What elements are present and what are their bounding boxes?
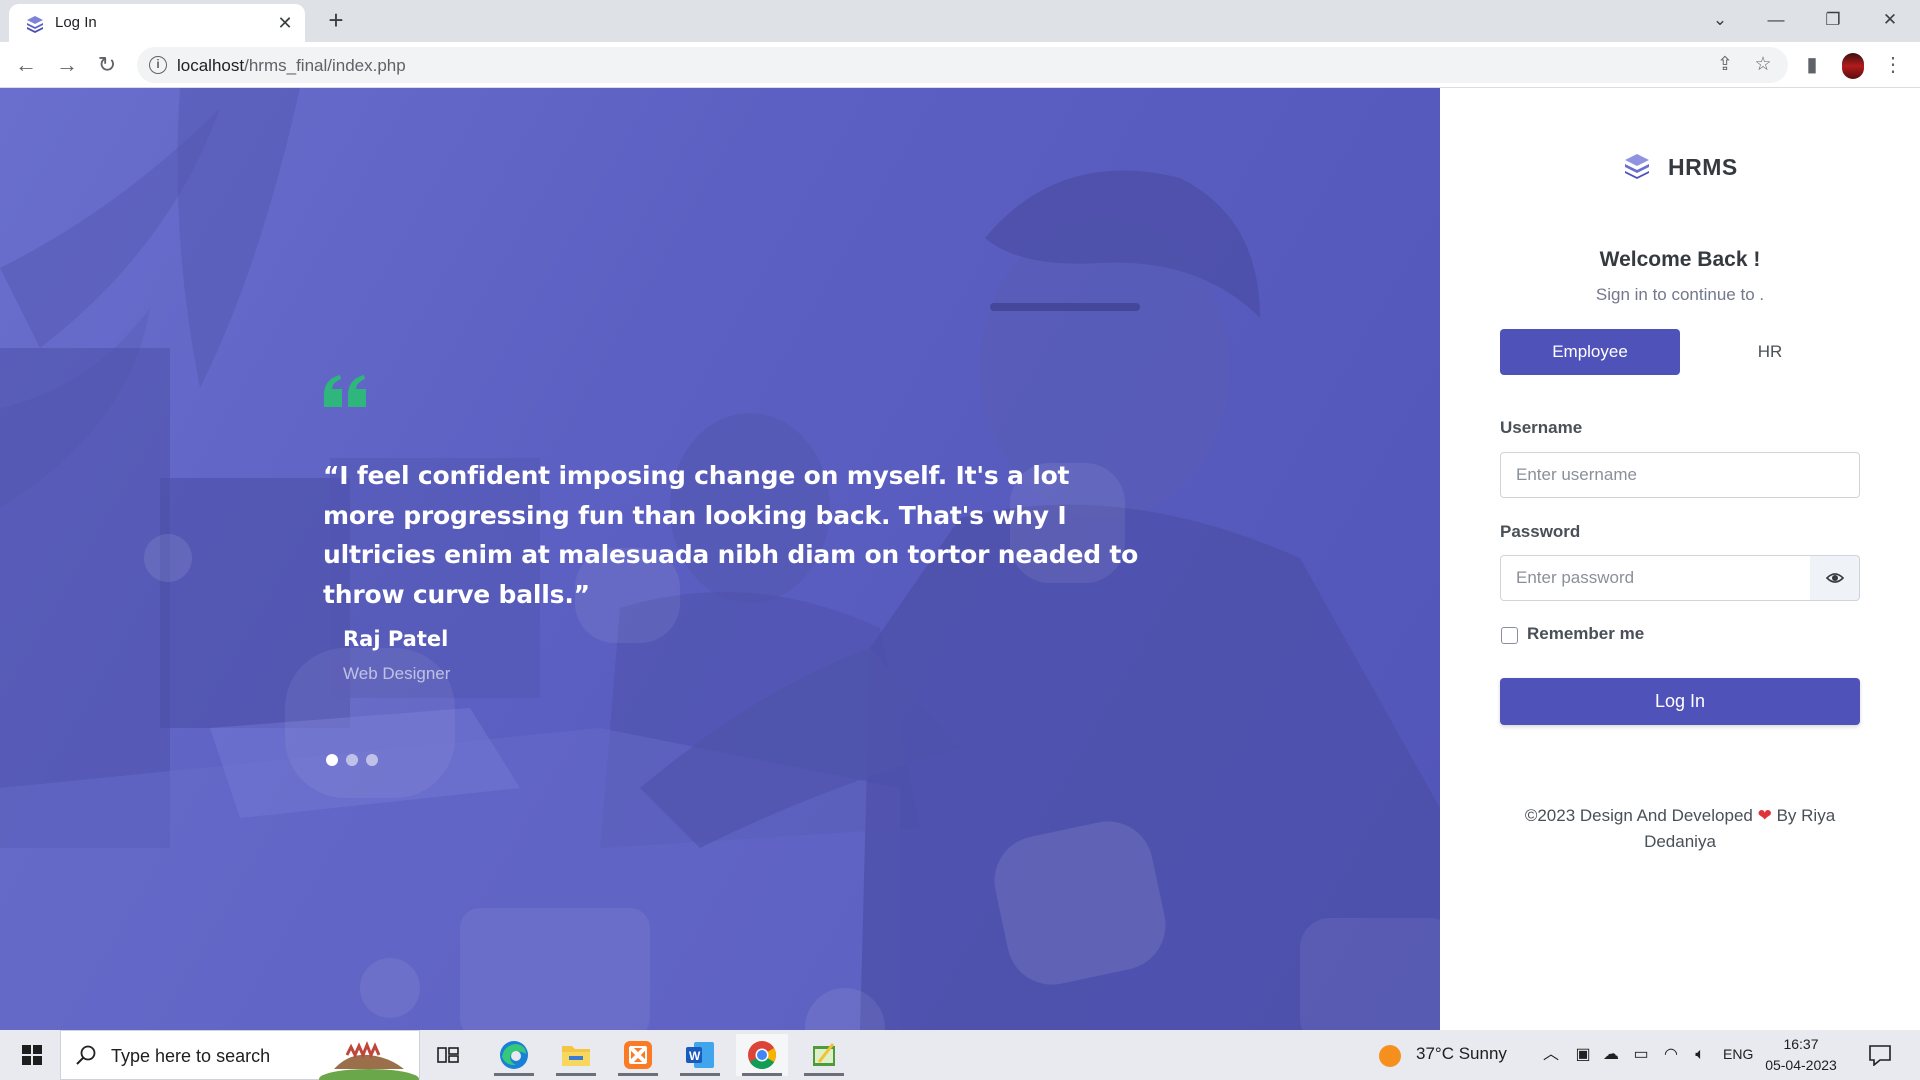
windows-start-icon[interactable] [12, 1040, 52, 1070]
file-explorer-taskbar-button[interactable] [550, 1034, 602, 1076]
tab-employee[interactable]: Employee [1500, 329, 1680, 375]
running-indicator [618, 1073, 658, 1076]
word-icon: W [686, 1042, 714, 1068]
onedrive-cloud-icon[interactable]: ☁ [1600, 1044, 1622, 1066]
notepad-taskbar-button[interactable] [798, 1034, 850, 1076]
url-host: localhost [177, 56, 245, 75]
weather-text[interactable]: 37°C Sunny [1416, 1044, 1507, 1064]
page-viewport: “I feel confident imposing change on mys… [0, 88, 1920, 1030]
restore-button[interactable]: ❐ [1817, 6, 1849, 34]
password-input[interactable] [1500, 555, 1811, 601]
browser-tab-login[interactable]: Log In ✕ [9, 4, 305, 42]
running-indicator [494, 1073, 534, 1076]
share-icon[interactable]: ⇪ [1711, 53, 1739, 77]
weather-sun-icon [1379, 1045, 1401, 1067]
minimize-button[interactable]: — [1760, 6, 1792, 34]
side-panel-icon[interactable]: ▮ [1797, 50, 1827, 80]
url-text[interactable]: localhost/hrms_final/index.php [177, 56, 406, 76]
chrome-icon [748, 1041, 776, 1069]
language-indicator[interactable]: ENG [1723, 1046, 1753, 1062]
running-indicator [556, 1073, 596, 1076]
site-info-icon[interactable]: i [149, 56, 167, 74]
windows-taskbar: Type here to search W 37°C Sunny ︿ ▣ ☁ ▭… [0, 1030, 1920, 1080]
battery-icon[interactable]: ▭ [1630, 1044, 1652, 1066]
editor-icon [813, 1043, 835, 1066]
new-tab-button[interactable]: + [322, 7, 350, 35]
address-bar[interactable]: i localhost/hrms_final/index.php ⇪ ☆ [137, 47, 1788, 83]
xampp-icon [624, 1041, 652, 1069]
close-window-button[interactable]: ✕ [1874, 6, 1906, 34]
login-panel: HRMS Welcome Back ! Sign in to continue … [1440, 88, 1920, 1030]
taskbar-search-box[interactable]: Type here to search [60, 1030, 420, 1080]
word-taskbar-button[interactable]: W [674, 1034, 726, 1076]
reload-icon[interactable]: ↻ [92, 50, 122, 80]
quote-icon [324, 375, 366, 407]
forward-arrow-icon[interactable]: → [52, 50, 82, 80]
browser-tabstrip: Log In ✕ + ⌄ — ❐ ✕ [0, 0, 1920, 42]
back-arrow-icon[interactable]: ← [11, 50, 41, 80]
tab-search-chevron-icon[interactable]: ⌄ [1704, 6, 1736, 34]
login-button[interactable]: Log In [1500, 678, 1860, 725]
running-indicator [680, 1073, 720, 1076]
footer-credit: ©2023 Design And Developed ❤ By Riya Ded… [1500, 803, 1860, 855]
remember-me-checkbox[interactable] [1501, 627, 1518, 644]
bookmark-star-icon[interactable]: ☆ [1749, 53, 1777, 77]
toggle-password-visibility-button[interactable] [1810, 555, 1860, 601]
carousel-indicators [326, 753, 386, 771]
close-tab-icon[interactable]: ✕ [273, 11, 297, 35]
profile-avatar[interactable] [1842, 53, 1864, 79]
footer-text: ©2023 Design And Developed [1524, 806, 1753, 825]
hrms-logo-icon [1625, 154, 1649, 179]
testimonial-author-role: Web Designer [343, 664, 451, 683]
notification-center-icon[interactable] [1868, 1044, 1892, 1066]
search-highlight-dinosaur-icon [319, 1040, 419, 1080]
clock-time: 16:37 [1783, 1036, 1819, 1052]
browser-toolbar: ← → ↻ i localhost/hrms_final/index.php ⇪… [0, 42, 1920, 88]
more-menu-icon[interactable]: ⋮ [1878, 50, 1908, 80]
wifi-icon[interactable]: ◠ [1660, 1044, 1682, 1066]
carousel-dot[interactable] [326, 754, 338, 766]
running-indicator [804, 1073, 844, 1076]
carousel-dot[interactable] [346, 754, 358, 766]
signin-subtitle: Sign in to continue to . [1595, 285, 1765, 304]
svg-text:W: W [689, 1049, 701, 1063]
volume-icon[interactable]: 🔈︎ [1689, 1044, 1711, 1066]
folder-icon [562, 1046, 590, 1066]
password-label: Password [1500, 522, 1581, 541]
search-icon [76, 1045, 96, 1065]
remember-me-label[interactable]: Remember me [1527, 624, 1644, 644]
username-input[interactable] [1500, 452, 1860, 498]
heart-icon: ❤ [1757, 806, 1772, 825]
task-view-button[interactable] [422, 1034, 474, 1076]
username-label: Username [1500, 418, 1583, 437]
chevron-up-icon[interactable]: ︿ [1540, 1044, 1562, 1066]
system-clock[interactable]: 16:37 05-04-2023 [1764, 1034, 1838, 1076]
xampp-taskbar-button[interactable] [612, 1034, 664, 1076]
url-path: /hrms_final/index.php [244, 56, 406, 75]
tab-title: Log In [55, 14, 97, 31]
running-indicator [742, 1073, 782, 1076]
meet-now-icon[interactable]: ▣ [1572, 1044, 1594, 1066]
testimonial-author-name: Raj Patel [343, 627, 449, 651]
edge-icon [500, 1041, 528, 1069]
hrms-favicon-icon [27, 16, 43, 33]
testimonial-quote: “I feel confident imposing change on mys… [323, 461, 1139, 609]
hero-section: “I feel confident imposing change on mys… [0, 88, 1440, 1030]
tab-hr[interactable]: HR [1680, 329, 1860, 375]
clock-date: 05-04-2023 [1765, 1057, 1837, 1073]
task-view-icon [437, 1047, 459, 1063]
chrome-taskbar-button[interactable] [736, 1034, 788, 1076]
search-placeholder: Type here to search [111, 1046, 271, 1066]
carousel-dot[interactable] [366, 754, 378, 766]
brand-name: HRMS [1668, 154, 1738, 180]
edge-taskbar-button[interactable] [488, 1034, 540, 1076]
eye-icon [1826, 573, 1844, 583]
welcome-heading: Welcome Back ! [1599, 248, 1761, 271]
